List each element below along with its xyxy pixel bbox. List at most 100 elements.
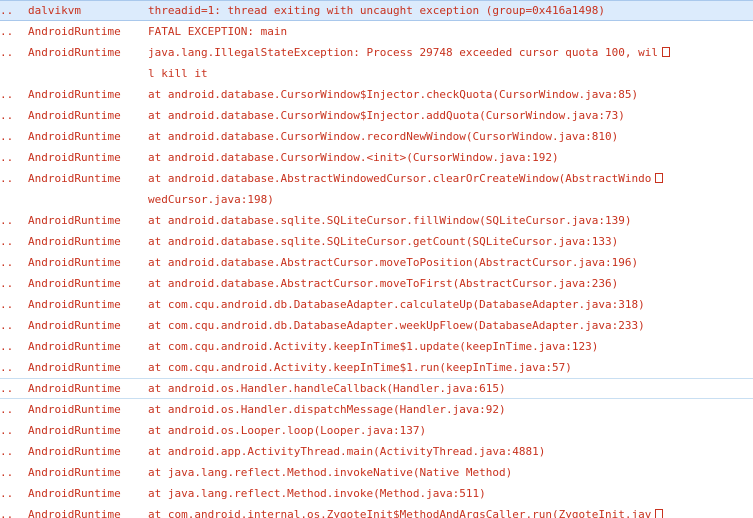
log-tag: AndroidRuntime — [28, 46, 121, 59]
log-message-text: l kill it — [148, 67, 208, 80]
log-tag: dalvikvm — [28, 4, 81, 17]
log-level: .. — [0, 445, 14, 458]
log-level: .. — [0, 25, 14, 38]
log-level: .. — [0, 361, 14, 374]
log-message: FATAL EXCEPTION: main — [148, 21, 753, 42]
log-message-text: FATAL EXCEPTION: main — [148, 25, 288, 38]
log-message-text: at android.database.sqlite.SQLiteCursor.… — [148, 235, 619, 248]
log-level: .. — [0, 508, 14, 518]
log-tag: AndroidRuntime — [28, 466, 121, 479]
log-tag: AndroidRuntime — [28, 298, 121, 311]
log-tag: AndroidRuntime — [28, 508, 121, 518]
log-level: .. — [0, 256, 14, 269]
log-message-text: at android.database.sqlite.SQLiteCursor.… — [148, 214, 632, 227]
log-tag: AndroidRuntime — [28, 424, 121, 437]
log-level: .. — [0, 4, 14, 17]
log-level: .. — [0, 298, 14, 311]
log-message-text: at android.database.AbstractCursor.moveT… — [148, 277, 619, 290]
log-row[interactable]: .. AndroidRuntime at android.database.Curs… — [0, 84, 753, 105]
line-wrap-icon — [655, 509, 664, 518]
log-row[interactable]: .. AndroidRuntime at android.database.Curs… — [0, 126, 753, 147]
log-tag: AndroidRuntime — [28, 214, 121, 227]
log-level: .. — [0, 214, 14, 227]
log-level: .. — [0, 172, 14, 185]
log-message-text: at android.database.CursorWindow.<init>(… — [148, 151, 559, 164]
log-message-text: at android.os.Handler.handleCallback(Han… — [148, 382, 506, 395]
log-message-text: at java.lang.reflect.Method.invokeNative… — [148, 466, 513, 479]
log-row[interactable]: .. AndroidRuntime at android.os.Looper.loo… — [0, 420, 753, 441]
log-message: at java.lang.reflect.Method.invoke(Metho… — [148, 483, 753, 504]
log-level: .. — [0, 487, 14, 500]
log-row[interactable]: .. AndroidRuntime at android.database.Abst… — [0, 273, 753, 294]
log-message-text: at android.database.AbstractCursor.moveT… — [148, 256, 639, 269]
log-message-text: at android.database.CursorWindow$Injecto… — [148, 109, 625, 122]
log-message: at android.database.CursorWindow.<init>(… — [148, 147, 753, 168]
log-tag: AndroidRuntime — [28, 382, 121, 395]
log-row[interactable]: .. AndroidRuntime at com.cqu.android.db.Da… — [0, 315, 753, 336]
line-wrap-icon — [655, 173, 664, 183]
log-message-text: at com.cqu.android.Activity.keepInTime$1… — [148, 340, 599, 353]
log-message-text: threadid=1: thread exiting with uncaught… — [148, 4, 605, 17]
log-level: .. — [0, 130, 14, 143]
log-message: at android.app.ActivityThread.main(Activ… — [148, 441, 753, 462]
log-level: .. — [0, 109, 14, 122]
log-row[interactable]: .. AndroidRuntime at com.cqu.android.Activ… — [0, 336, 753, 357]
log-message: at com.android.internal.os.ZygoteInit$Me… — [148, 504, 753, 518]
log-row-continuation[interactable]: wedCursor.java:198) — [0, 189, 753, 210]
log-row[interactable]: .. AndroidRuntime at com.cqu.android.Activ… — [0, 357, 753, 378]
log-row[interactable]: .. AndroidRuntime at android.app.ActivityT… — [0, 441, 753, 462]
log-row[interactable]: .. dalvikvm threadid=1: thread exiting wit… — [0, 0, 753, 21]
log-message: threadid=1: thread exiting with uncaught… — [148, 1, 753, 20]
log-tag: AndroidRuntime — [28, 361, 121, 374]
log-row[interactable]: .. AndroidRuntime at java.lang.reflect.Met… — [0, 483, 753, 504]
log-message: at android.database.CursorWindow$Injecto… — [148, 84, 753, 105]
log-row[interactable]: .. AndroidRuntime at com.android.internal.… — [0, 504, 753, 518]
log-row[interactable]: .. AndroidRuntime at android.os.Handler.di… — [0, 399, 753, 420]
log-message: at com.cqu.android.db.DatabaseAdapter.ca… — [148, 294, 753, 315]
log-message: at android.database.CursorWindow$Injecto… — [148, 105, 753, 126]
log-row[interactable]: .. AndroidRuntime at android.database.Abst… — [0, 252, 753, 273]
log-tag: AndroidRuntime — [28, 487, 121, 500]
log-row[interactable]: .. AndroidRuntime at android.database.Abst… — [0, 168, 753, 189]
log-message: at android.database.sqlite.SQLiteCursor.… — [148, 231, 753, 252]
log-message: at com.cqu.android.db.DatabaseAdapter.we… — [148, 315, 753, 336]
log-tag: AndroidRuntime — [28, 130, 121, 143]
log-row[interactable]: .. AndroidRuntime at android.database.sqli… — [0, 210, 753, 231]
log-level: .. — [0, 235, 14, 248]
log-level: .. — [0, 46, 14, 59]
log-row[interactable]: .. AndroidRuntime at android.os.Handler.ha… — [0, 378, 753, 399]
log-level: .. — [0, 403, 14, 416]
log-row[interactable]: .. AndroidRuntime at android.database.Curs… — [0, 147, 753, 168]
log-row[interactable]: .. AndroidRuntime at java.lang.reflect.Met… — [0, 462, 753, 483]
log-message-text: at android.os.Looper.loop(Looper.java:13… — [148, 424, 427, 437]
log-tag: AndroidRuntime — [28, 445, 121, 458]
log-message: l kill it — [148, 63, 753, 84]
log-row[interactable]: .. AndroidRuntime at android.database.Curs… — [0, 105, 753, 126]
log-message-text: at com.cqu.android.db.DatabaseAdapter.ca… — [148, 298, 645, 311]
log-message: at android.os.Handler.handleCallback(Han… — [148, 379, 753, 398]
log-message-text: at com.android.internal.os.ZygoteInit$Me… — [148, 508, 652, 518]
log-message: at android.database.AbstractCursor.moveT… — [148, 273, 753, 294]
log-row[interactable]: .. AndroidRuntime at com.cqu.android.db.Da… — [0, 294, 753, 315]
log-message: at android.os.Looper.loop(Looper.java:13… — [148, 420, 753, 441]
log-row[interactable]: .. AndroidRuntime at android.database.sqli… — [0, 231, 753, 252]
log-message-text: at android.app.ActivityThread.main(Activ… — [148, 445, 546, 458]
log-message-text: at android.database.CursorWindow$Injecto… — [148, 88, 639, 101]
log-tag: AndroidRuntime — [28, 25, 121, 38]
log-row-continuation[interactable]: l kill it — [0, 63, 753, 84]
log-message: at android.database.AbstractWindowedCurs… — [148, 168, 753, 189]
log-tag: AndroidRuntime — [28, 109, 121, 122]
log-message-text: at android.os.Handler.dispatchMessage(Ha… — [148, 403, 506, 416]
log-level: .. — [0, 88, 14, 101]
log-tag: AndroidRuntime — [28, 319, 121, 332]
log-row[interactable]: .. AndroidRuntime java.lang.IllegalStateEx… — [0, 42, 753, 63]
log-message: at java.lang.reflect.Method.invokeNative… — [148, 462, 753, 483]
log-message: wedCursor.java:198) — [148, 189, 753, 210]
log-message: at com.cqu.android.Activity.keepInTime$1… — [148, 357, 753, 378]
logcat-view[interactable]: .. dalvikvm threadid=1: thread exiting wit… — [0, 0, 753, 518]
log-level: .. — [0, 277, 14, 290]
log-tag: AndroidRuntime — [28, 151, 121, 164]
line-wrap-icon — [661, 47, 670, 57]
log-message: at android.os.Handler.dispatchMessage(Ha… — [148, 399, 753, 420]
log-row[interactable]: .. AndroidRuntime FATAL EXCEPTION: main — [0, 21, 753, 42]
